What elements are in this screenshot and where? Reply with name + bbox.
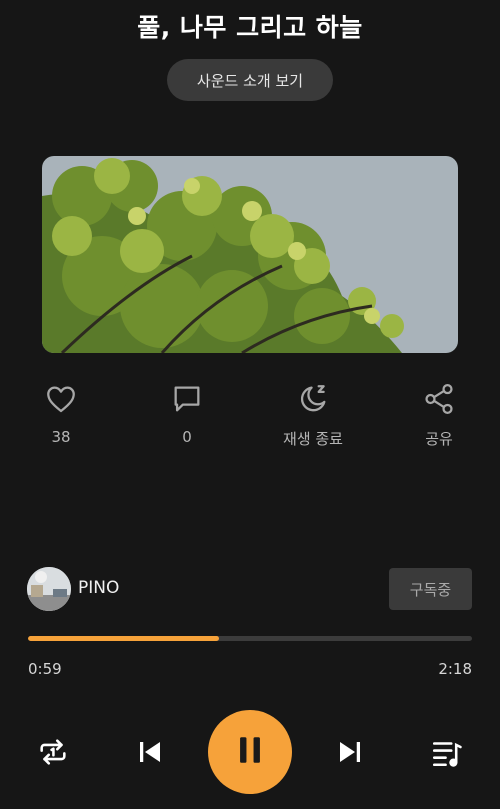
tree-sky-image [42,156,458,353]
previous-button[interactable] [130,734,170,774]
next-icon [335,737,365,771]
progress-fill [28,636,219,641]
playlist-button[interactable] [427,734,467,774]
share-action[interactable]: 공유 [389,382,489,449]
cover-artwork [42,156,458,353]
sleep-timer-label: 재생 종료 [283,430,343,448]
artist-name[interactable]: PINO [78,578,119,598]
like-action[interactable]: 38 [11,382,111,446]
repeat-one-icon [36,735,70,773]
moon-icon [263,382,363,416]
sound-title: 풀, 나무 그리고 하늘 [137,13,363,42]
progress-bar[interactable] [28,636,472,641]
comment-icon [137,382,237,416]
playlist-icon [430,735,464,773]
previous-icon [135,737,165,771]
current-time: 0:59 [28,660,62,678]
like-count: 38 [51,428,71,446]
subscribe-button[interactable]: 구독중 [389,568,472,610]
artist-avatar[interactable] [27,567,71,611]
heart-icon [11,382,111,416]
sound-intro-button[interactable]: 사운드 소개 보기 [167,59,333,101]
comment-action[interactable]: 0 [137,382,237,446]
repeat-one-button[interactable] [33,734,73,774]
next-button[interactable] [330,734,370,774]
total-time: 2:18 [438,660,472,678]
comment-count: 0 [182,428,192,446]
pause-icon [233,733,267,771]
sleep-timer-action[interactable]: 재생 종료 [263,382,363,449]
pause-button[interactable] [208,710,292,794]
share-icon [389,382,489,416]
share-label: 공유 [425,430,453,448]
